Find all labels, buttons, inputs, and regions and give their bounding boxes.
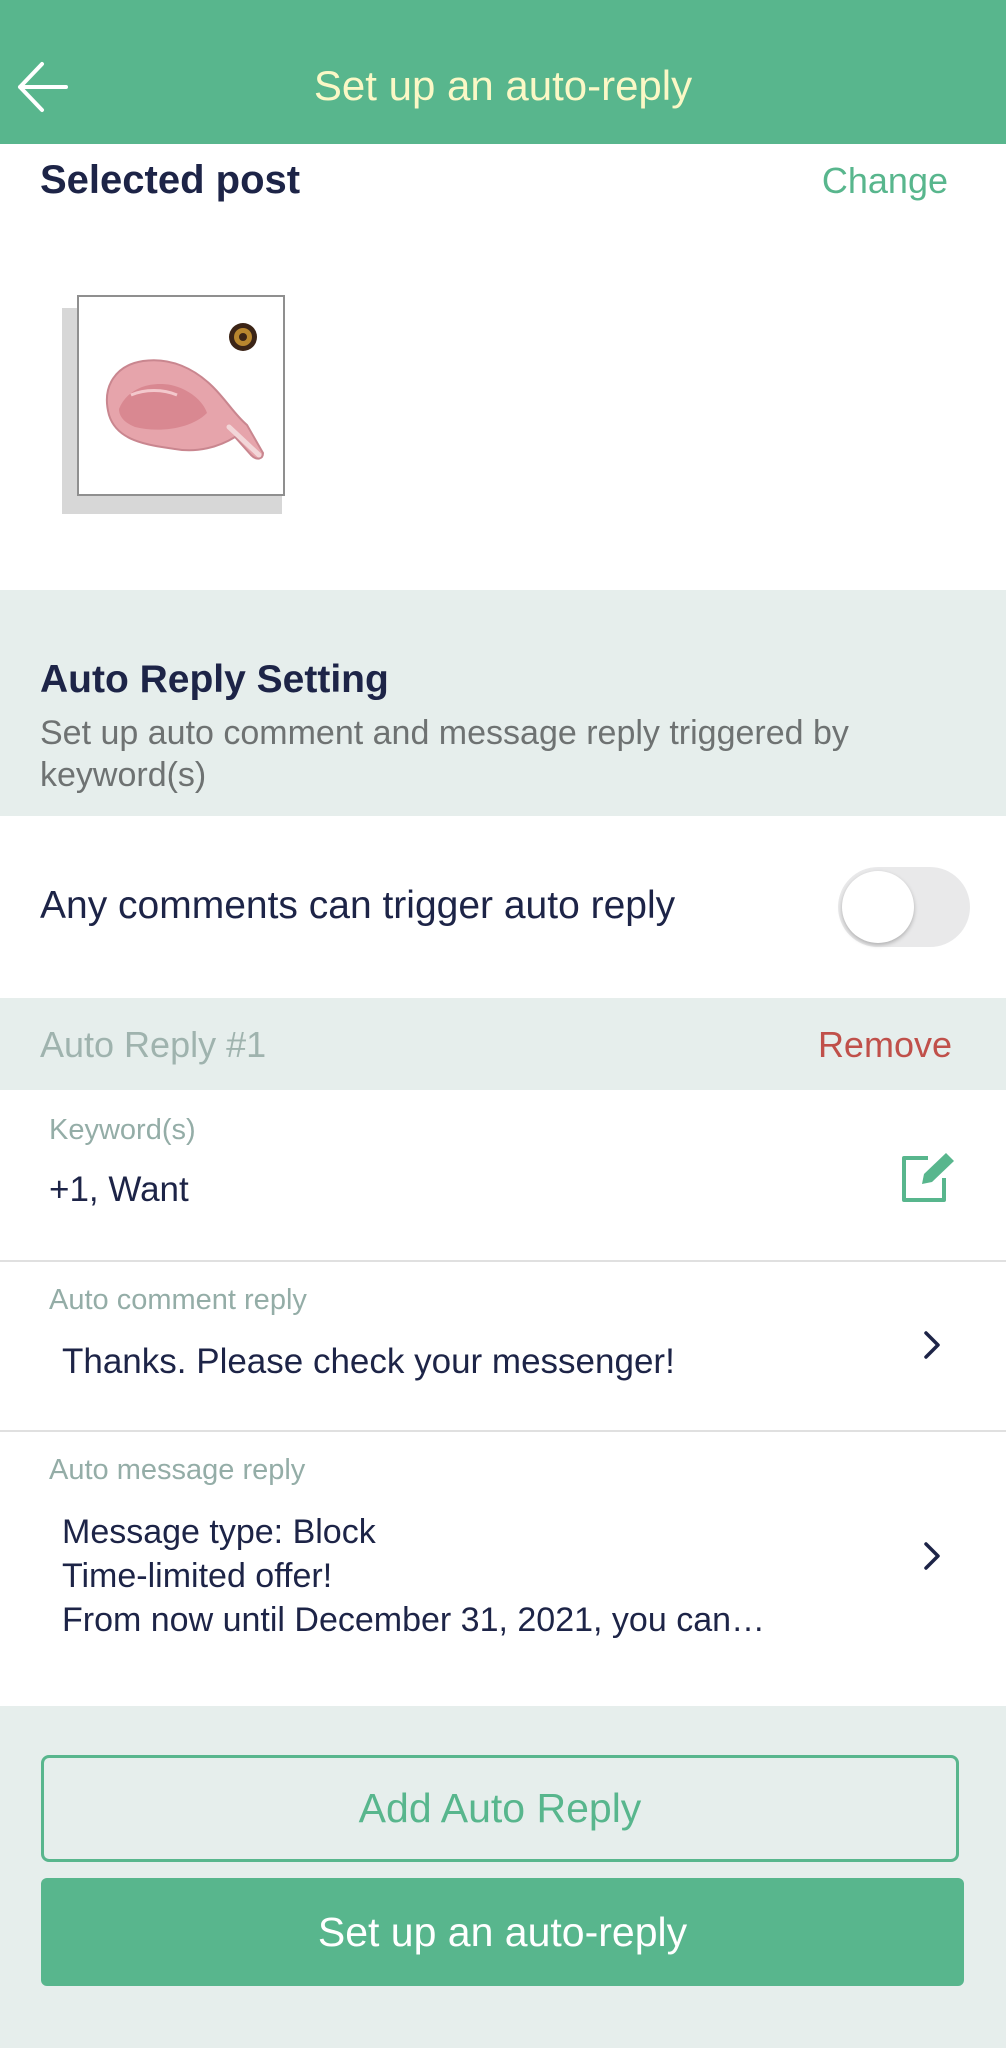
remove-auto-reply-button[interactable]: Remove — [818, 1024, 952, 1066]
edit-icon[interactable] — [898, 1150, 958, 1206]
chevron-right-icon — [920, 1541, 944, 1571]
auto-comment-value: Thanks. Please check your messenger! — [62, 1342, 675, 1381]
any-comments-label: Any comments can trigger auto reply — [40, 884, 676, 927]
selected-post-title: Selected post — [40, 158, 301, 202]
auto-message-label: Auto message reply — [49, 1454, 306, 1486]
set-up-auto-reply-button[interactable]: Set up an auto-reply — [41, 1878, 964, 1986]
chevron-right-icon — [920, 1330, 944, 1360]
keywords-label: Keyword(s) — [49, 1114, 196, 1146]
auto-reply-number-label: Auto Reply #1 — [40, 1024, 267, 1065]
auto-comment-label: Auto comment reply — [49, 1284, 307, 1316]
auto-message-line: From now until December 31, 2021, you ca… — [62, 1601, 766, 1639]
add-auto-reply-button[interactable]: Add Auto Reply — [41, 1755, 959, 1862]
keywords-value: +1, Want — [49, 1170, 189, 1209]
auto-message-line: Message type: Block — [62, 1513, 376, 1551]
page-title: Set up an auto-reply — [313, 62, 693, 109]
auto-message-line: Time-limited offer! — [62, 1557, 333, 1595]
meat-image — [105, 323, 265, 460]
auto-reply-setting-description: Set up auto comment and message reply tr… — [40, 714, 849, 794]
toggle-knob — [842, 871, 914, 943]
post-thumbnail[interactable] — [77, 295, 285, 496]
auto-reply-setting-title: Auto Reply Setting — [40, 658, 389, 701]
change-post-link[interactable]: Change — [822, 160, 948, 202]
